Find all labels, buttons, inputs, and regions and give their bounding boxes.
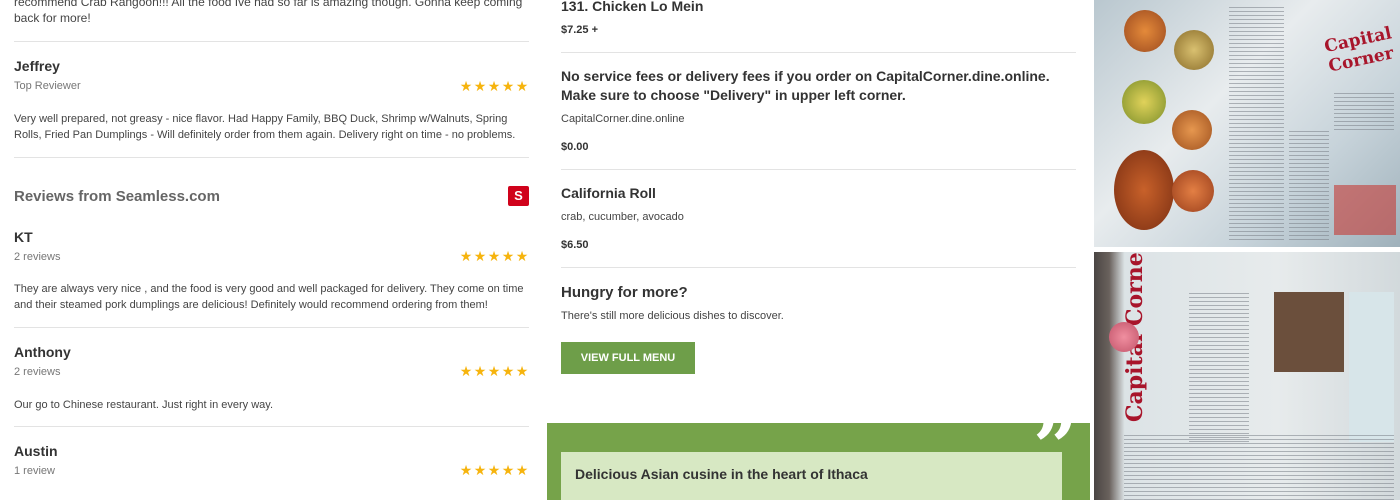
rating-stars: ★★★★★ <box>459 249 529 263</box>
review-divider <box>14 157 529 158</box>
rating-stars: ★★★★★ <box>459 364 529 378</box>
menu-column: 131. Chicken Lo Mein $7.25 + No service … <box>545 0 1093 500</box>
review-text: They are always very nice , and the food… <box>14 283 524 311</box>
review-divider <box>14 41 529 42</box>
promo-panel <box>1349 292 1394 442</box>
restaurant-logo: Capital Corner <box>1322 23 1396 77</box>
menu-photo-back[interactable]: Capital Corner <box>1094 252 1400 500</box>
review-text: Very well prepared, not greasy - nice fl… <box>14 113 516 141</box>
reviewer-name: Austin <box>14 443 58 459</box>
menu-item-title[interactable]: California Roll <box>561 184 1076 203</box>
dish-image <box>1172 110 1212 150</box>
restaurant-photo <box>1274 292 1344 372</box>
menu-divider <box>561 169 1076 170</box>
hungry-for-more-title: Hungry for more? <box>561 284 688 301</box>
menu-item-price: $7.25 + <box>561 24 599 36</box>
rating-stars: ★★★★★ <box>459 79 529 93</box>
reviewer-meta: 2 reviews <box>14 366 61 378</box>
star-icon: ★ <box>473 78 487 94</box>
star-icon: ★ <box>473 248 487 264</box>
menu-text-block <box>1289 130 1329 240</box>
menu-item-description: crab, cucumber, avocado <box>561 211 684 223</box>
star-icon: ★ <box>515 248 529 264</box>
testimonial-banner: Delicious Asian cusine in the heart of I… <box>547 409 1090 500</box>
star-icon: ★ <box>487 462 501 478</box>
star-icon: ★ <box>501 462 515 478</box>
dish-image <box>1172 170 1214 212</box>
quote-icon: ” <box>1033 402 1078 493</box>
star-icon: ★ <box>487 363 501 379</box>
menu-divider <box>561 267 1076 268</box>
flower-graphic <box>1109 322 1139 352</box>
seamless-section-title: Reviews from Seamless.com <box>14 188 220 205</box>
menu-item-title[interactable]: No service fees or delivery fees if you … <box>561 67 1076 105</box>
star-icon: ★ <box>459 248 473 264</box>
menu-text-block <box>1334 90 1394 130</box>
menu-text-block <box>1189 292 1249 442</box>
photo-gallery: Capital Corner Capital Corner <box>1094 0 1400 500</box>
star-icon: ★ <box>501 363 515 379</box>
star-icon: ★ <box>473 363 487 379</box>
star-icon: ★ <box>473 462 487 478</box>
dish-image <box>1174 30 1214 70</box>
restaurant-photo <box>1334 185 1396 235</box>
seamless-logo-icon[interactable]: S <box>508 186 529 206</box>
star-icon: ★ <box>459 363 473 379</box>
menu-item-title[interactable]: 131. Chicken Lo Mein <box>561 0 1076 16</box>
review-divider <box>14 426 529 427</box>
dish-image <box>1114 150 1174 230</box>
menu-item-price: $6.50 <box>561 239 589 251</box>
star-icon: ★ <box>515 363 529 379</box>
star-icon: ★ <box>487 78 501 94</box>
star-icon: ★ <box>487 248 501 264</box>
dish-image <box>1122 80 1166 124</box>
review-divider <box>14 327 529 328</box>
reviewer-name: Jeffrey <box>14 58 60 74</box>
review-text: Our go to Chinese restaurant. Just right… <box>14 399 274 411</box>
view-full-menu-button[interactable]: VIEW FULL MENU <box>561 342 695 374</box>
menu-divider <box>561 52 1076 53</box>
star-icon: ★ <box>501 248 515 264</box>
reviewer-meta: 2 reviews <box>14 251 61 263</box>
testimonial-box: Delicious Asian cusine in the heart of I… <box>561 452 1062 500</box>
reviewer-name: Anthony <box>14 344 71 360</box>
reviewer-name: KT <box>14 229 33 245</box>
star-icon: ★ <box>459 462 473 478</box>
hungry-for-more-text: There's still more delicious dishes to d… <box>561 310 784 322</box>
reviewer-meta: 1 review <box>14 465 55 477</box>
reviews-column: recommend Crab Rangoon!!! All the food I… <box>0 0 545 500</box>
menu-item-price: $0.00 <box>561 141 589 153</box>
star-icon: ★ <box>501 78 515 94</box>
menu-photo-front[interactable]: Capital Corner <box>1094 0 1400 247</box>
review-text-truncated: recommend Crab Rangoon!!! All the food I… <box>14 0 523 25</box>
menu-text-block <box>1229 5 1284 240</box>
testimonial-text: Delicious Asian cusine in the heart of I… <box>575 466 868 482</box>
menu-item-description: CapitalCorner.dine.online <box>561 113 685 125</box>
menu-text-block <box>1124 432 1394 500</box>
reviewer-meta: Top Reviewer <box>14 80 81 92</box>
dish-image <box>1124 10 1166 52</box>
star-icon: ★ <box>459 78 473 94</box>
star-icon: ★ <box>515 78 529 94</box>
rating-stars: ★★★★★ <box>459 463 529 477</box>
star-icon: ★ <box>515 462 529 478</box>
